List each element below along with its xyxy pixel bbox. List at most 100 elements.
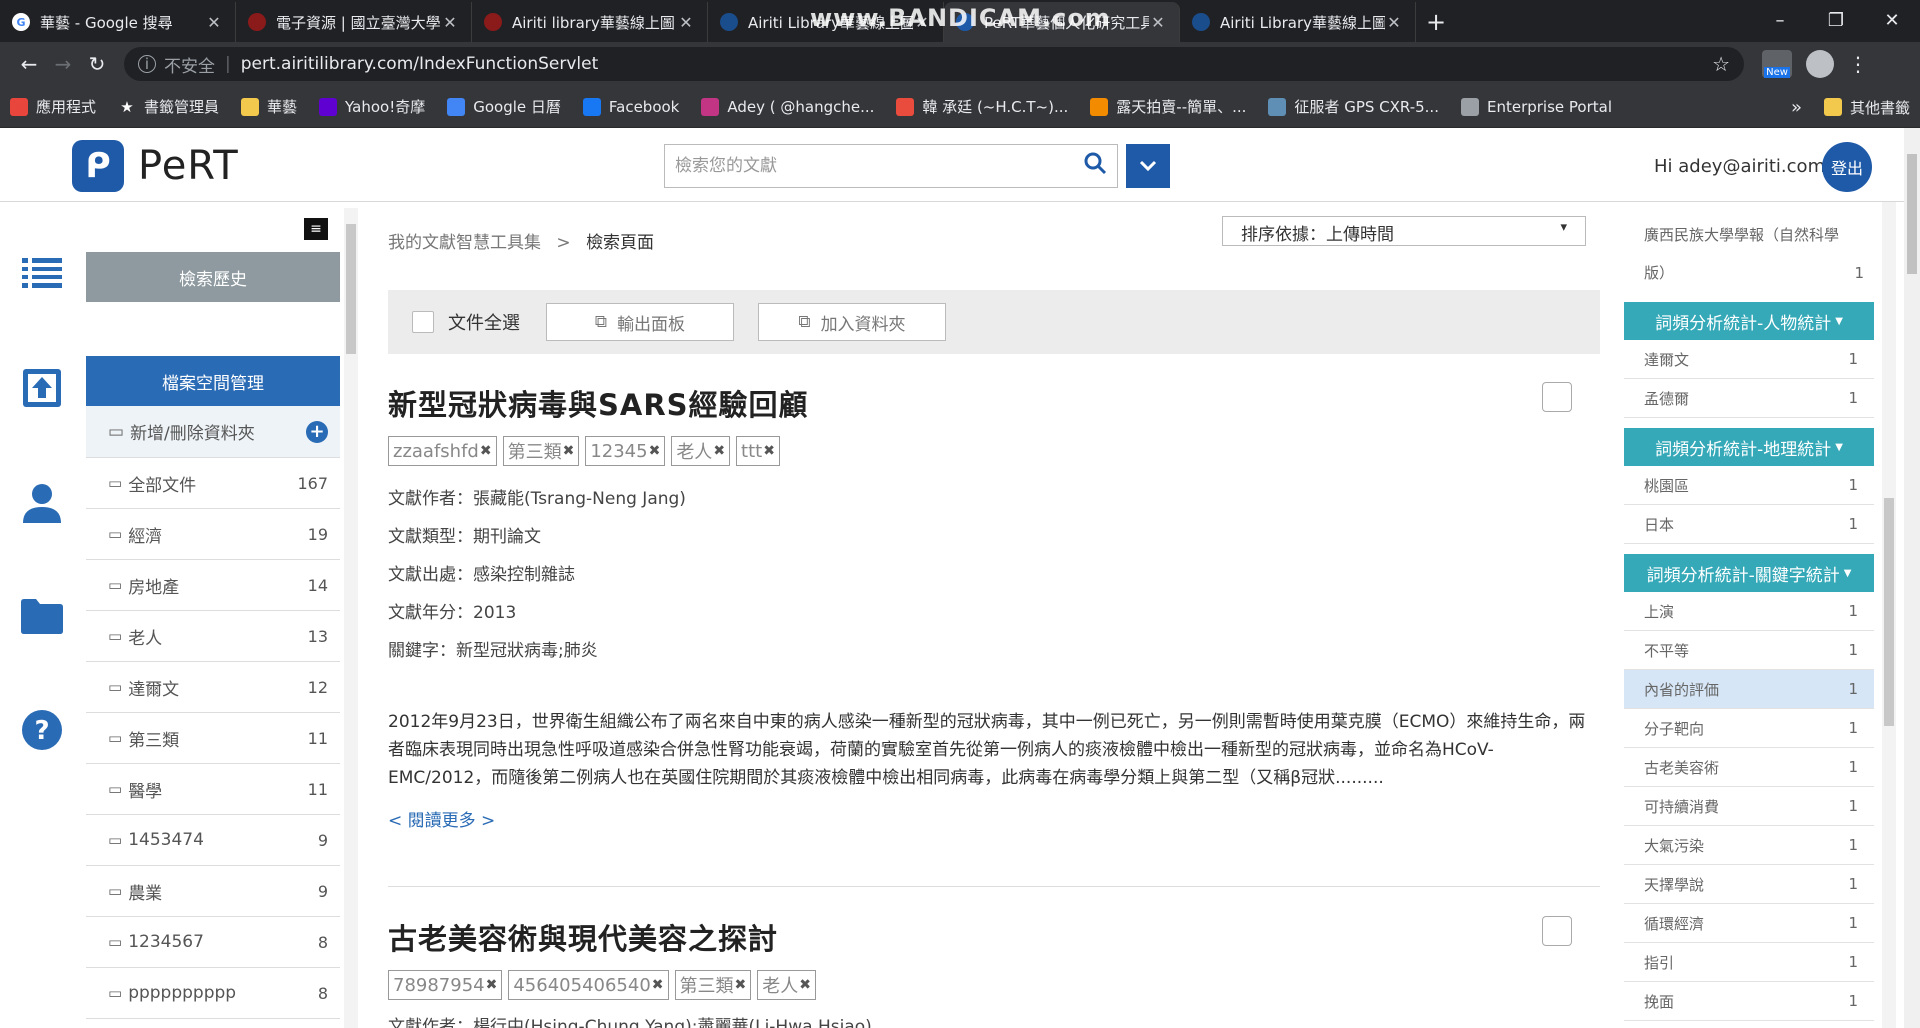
stats-row[interactable]: 上演 1 bbox=[1624, 592, 1874, 631]
browser-tab[interactable]: Airiti Library華藝線上圖 ✕ bbox=[1180, 2, 1416, 42]
tag-text[interactable]: 第三類 bbox=[680, 972, 734, 998]
stats-row[interactable]: 挽面 1 bbox=[1624, 982, 1874, 1021]
remove-tag-icon[interactable]: ✖ bbox=[649, 443, 661, 459]
bookmark-item[interactable]: 應用程式 bbox=[10, 96, 96, 117]
bookmark-item[interactable]: ★ 書籤管理員 bbox=[118, 96, 219, 117]
stats-row[interactable]: 日本 1 bbox=[1624, 505, 1874, 544]
stats-row[interactable]: 桃園區 1 bbox=[1624, 466, 1874, 505]
info-icon[interactable]: i bbox=[138, 55, 156, 73]
bookmark-item[interactable]: Facebook bbox=[582, 97, 679, 116]
folder-item[interactable]: ▭ pppppppppp 8 bbox=[86, 968, 340, 1019]
browser-tab[interactable]: G 華藝 - Google 搜尋 ✕ bbox=[0, 2, 236, 42]
remove-tag-icon[interactable]: ✖ bbox=[799, 977, 811, 993]
stats-row[interactable]: 指引 1 bbox=[1624, 943, 1874, 982]
select-all-label[interactable]: 文件全選 bbox=[448, 309, 520, 335]
reload-icon[interactable]: ↻ bbox=[80, 52, 114, 76]
file-space-button[interactable]: 檔案空間管理 bbox=[86, 356, 340, 406]
logout-button[interactable]: 登出 bbox=[1822, 142, 1872, 192]
page-scrollbar[interactable] bbox=[1904, 128, 1920, 1028]
stats-section-header[interactable]: 詞頻分析統計-關鍵字統計 ▼ bbox=[1624, 554, 1874, 592]
tag-text[interactable]: 456405406540 bbox=[513, 975, 650, 996]
search-input[interactable] bbox=[675, 156, 1083, 176]
add-folder-row[interactable]: ▭ 新增/刪除資料夾 + bbox=[86, 406, 340, 458]
folder-item[interactable]: ▭ 1453474 9 bbox=[86, 815, 340, 866]
right-panel-scrollbar[interactable] bbox=[1882, 202, 1896, 1028]
bookmark-item[interactable]: 華藝 bbox=[241, 96, 297, 117]
folder-item[interactable]: ▭ 農業 9 bbox=[86, 866, 340, 917]
tag-text[interactable]: 老人 bbox=[676, 438, 712, 464]
user-icon[interactable] bbox=[20, 480, 64, 524]
other-bookmarks[interactable]: 其他書籤 bbox=[1823, 97, 1910, 118]
forward-icon[interactable]: → bbox=[46, 52, 80, 76]
tag-text[interactable]: ttt bbox=[741, 441, 762, 462]
bookmark-item[interactable]: Adey ( @hangche... bbox=[701, 97, 874, 116]
stats-section-header[interactable]: 詞頻分析統計-地理統計 ▼ bbox=[1624, 428, 1874, 466]
folder-item[interactable]: ▭ 經濟 19 bbox=[86, 509, 340, 560]
browser-menu-icon[interactable]: ⋮ bbox=[1848, 52, 1868, 76]
folder-item[interactable]: ▭ 1234567 8 bbox=[86, 917, 340, 968]
source-row[interactable]: 版） 1 bbox=[1644, 254, 1864, 292]
stats-row[interactable]: 循環經濟 1 bbox=[1624, 904, 1874, 943]
stats-row[interactable]: 內省的評価 1 bbox=[1624, 670, 1874, 709]
doc-title[interactable]: 新型冠狀病毒與SARS經驗回顧 bbox=[388, 382, 1600, 424]
upload-icon[interactable] bbox=[20, 366, 64, 410]
stats-row[interactable]: 分子靶向 1 bbox=[1624, 709, 1874, 748]
browser-tab[interactable]: Airiti library華藝線上圖 ✕ bbox=[472, 2, 708, 42]
close-window-button[interactable]: ✕ bbox=[1864, 0, 1920, 40]
extension-icon[interactable]: New bbox=[1762, 50, 1792, 78]
remove-tag-icon[interactable]: ✖ bbox=[563, 443, 575, 459]
close-tab-icon[interactable]: ✕ bbox=[441, 13, 459, 32]
hamburger-menu-icon[interactable]: ≡ bbox=[304, 218, 328, 240]
bookmark-item[interactable]: 露天拍賣--簡單、... bbox=[1090, 96, 1246, 117]
stats-row[interactable]: 孟德爾 1 bbox=[1624, 379, 1874, 418]
close-tab-icon[interactable]: ✕ bbox=[1385, 13, 1403, 32]
folder-item[interactable]: ▭ 醫學 11 bbox=[86, 764, 340, 815]
search-history-button[interactable]: 檢索歷史 bbox=[86, 252, 340, 302]
tag-text[interactable]: 12345 bbox=[590, 441, 647, 462]
search-icon[interactable] bbox=[1083, 151, 1107, 181]
folder-item[interactable]: ▭ 第三類 11 bbox=[86, 713, 340, 764]
bookmark-item[interactable]: Enterprise Portal bbox=[1460, 97, 1612, 116]
folder-item[interactable]: ▭ 達爾文 12 bbox=[86, 662, 340, 713]
stats-section-header[interactable]: 詞頻分析統計-人物統計 ▼ bbox=[1624, 302, 1874, 340]
plus-icon[interactable]: + bbox=[306, 420, 328, 443]
doc-title[interactable]: 古老美容術與現代美容之探討 bbox=[388, 916, 1600, 958]
add-to-folder-button[interactable]: ⧉ 加入資料夾 bbox=[758, 303, 946, 341]
bookmark-item[interactable]: 征服者 GPS CXR-5... bbox=[1268, 96, 1439, 117]
omnibox[interactable]: i 不安全 | pert.airitilibrary.com/IndexFunc… bbox=[124, 47, 1744, 81]
bookmark-star-icon[interactable]: ☆ bbox=[1712, 52, 1730, 76]
folder-item[interactable]: ▭ 全部文件 167 bbox=[86, 458, 340, 509]
export-panel-button[interactable]: ⧉ 輸出面板 bbox=[546, 303, 734, 341]
doc-checkbox[interactable] bbox=[1542, 916, 1572, 946]
url-text[interactable]: pert.airitilibrary.com/IndexFunctionServ… bbox=[241, 54, 1712, 74]
scrollbar-thumb[interactable] bbox=[1884, 498, 1894, 726]
stats-row[interactable]: 不平等 1 bbox=[1624, 631, 1874, 670]
maximize-button[interactable]: ❐ bbox=[1808, 0, 1864, 40]
sort-select[interactable]: 排序依據：上傳時間 ▾ bbox=[1222, 216, 1586, 246]
tag-text[interactable]: 78987954 bbox=[393, 975, 485, 996]
close-tab-icon[interactable]: ✕ bbox=[677, 13, 695, 32]
folder-item[interactable]: ▭ 房地產 14 bbox=[86, 560, 340, 611]
help-icon[interactable]: ? bbox=[20, 708, 64, 752]
folder-item[interactable]: ▭ 老人 13 bbox=[86, 611, 340, 662]
close-tab-icon[interactable]: ✕ bbox=[205, 13, 223, 32]
stats-row[interactable]: 天擇學說 1 bbox=[1624, 865, 1874, 904]
bookmark-item[interactable]: Yahoo!奇摩 bbox=[319, 96, 425, 117]
left-panel-scrollbar[interactable] bbox=[344, 208, 358, 1028]
remove-tag-icon[interactable]: ✖ bbox=[652, 977, 664, 993]
stats-row[interactable]: 達爾文 1 bbox=[1624, 340, 1874, 379]
bookmark-item[interactable]: Google 日曆 bbox=[447, 96, 561, 117]
new-tab-button[interactable]: + bbox=[1416, 2, 1456, 42]
close-tab-icon[interactable]: ✕ bbox=[1149, 13, 1167, 32]
browser-tab[interactable]: 電子資源 | 國立臺灣大學 ✕ bbox=[236, 2, 472, 42]
doc-checkbox[interactable] bbox=[1542, 382, 1572, 412]
remove-tag-icon[interactable]: ✖ bbox=[763, 443, 775, 459]
stats-row[interactable]: 可持續消費 1 bbox=[1624, 787, 1874, 826]
remove-tag-icon[interactable]: ✖ bbox=[735, 977, 747, 993]
stats-row[interactable]: 大氣污染 1 bbox=[1624, 826, 1874, 865]
bookmark-item[interactable]: 韓 承廷 (~H.C.T~)... bbox=[896, 96, 1068, 117]
select-all-checkbox[interactable] bbox=[412, 311, 434, 333]
remove-tag-icon[interactable]: ✖ bbox=[480, 443, 492, 459]
tag-text[interactable]: 第三類 bbox=[508, 438, 562, 464]
stats-row[interactable]: 古老美容術 1 bbox=[1624, 748, 1874, 787]
